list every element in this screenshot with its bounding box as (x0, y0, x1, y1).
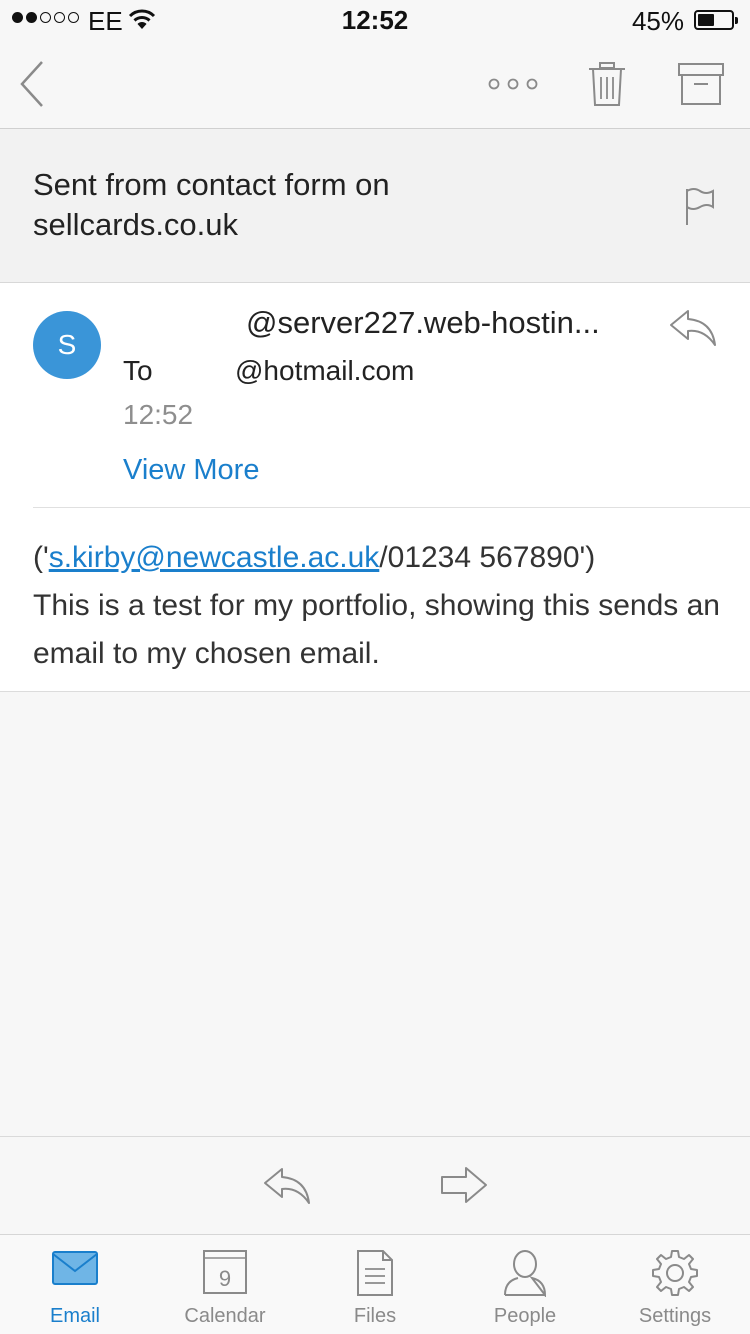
forward-icon[interactable] (440, 1165, 488, 1210)
email-link[interactable]: s.kirby@newcastle.ac.uk (49, 541, 380, 574)
message-time: 12:52 (123, 399, 194, 430)
divider (33, 507, 750, 508)
settings-icon (600, 1249, 750, 1299)
message-actions-bar (0, 1136, 750, 1235)
more-icon[interactable] (488, 40, 538, 128)
battery-icon (694, 10, 738, 30)
calendar-icon: 9 (150, 1249, 300, 1299)
view-more-link[interactable]: View More (123, 454, 259, 487)
sender-address[interactable]: @server227.web-hostin... (246, 305, 600, 341)
email-icon (0, 1249, 150, 1299)
files-icon (300, 1249, 450, 1299)
tab-calendar[interactable]: 9 Calendar (150, 1235, 300, 1334)
body-prefix: (' (33, 541, 49, 574)
recipient-line: To @hotmail.com (123, 355, 414, 387)
calendar-day: 9 (219, 1266, 231, 1291)
back-chevron-icon[interactable] (14, 40, 50, 128)
tab-settings[interactable]: Settings (600, 1235, 750, 1334)
to-label: To (123, 355, 153, 386)
tab-label: Calendar (184, 1305, 266, 1327)
body-after-link: /01234 567890') (379, 541, 596, 574)
tab-label: People (493, 1305, 557, 1327)
tab-label: Email (49, 1305, 100, 1327)
tab-label: Settings (638, 1305, 712, 1327)
tab-files[interactable]: Files (300, 1235, 450, 1334)
recipient-address[interactable]: @hotmail.com (235, 355, 414, 386)
battery-percent: 45% (631, 6, 684, 36)
tab-email[interactable]: Email (0, 1235, 150, 1334)
subject-header: Sent from contact form on sellcards.co.u… (0, 129, 750, 283)
tab-label: Files (353, 1305, 397, 1327)
email-subject: Sent from contact form on sellcards.co.u… (33, 167, 390, 242)
archive-icon[interactable] (676, 40, 726, 128)
status-bar: EE 12:52 45% (0, 0, 750, 40)
flag-icon[interactable] (684, 187, 716, 232)
people-icon (450, 1249, 600, 1299)
message-card: S @server227.web-hostin... To @hotmail.co… (0, 283, 750, 692)
trash-icon[interactable] (585, 40, 629, 128)
tab-bar: Email 9 Calendar Files People Settings (0, 1234, 750, 1334)
navigation-bar (0, 40, 750, 129)
reply-icon[interactable] (668, 307, 718, 352)
sender-avatar[interactable]: S (33, 311, 101, 379)
body-text: This is a test for my portfolio, showing… (33, 589, 720, 670)
tab-people[interactable]: People (450, 1235, 600, 1334)
email-detail-screen: EE 12:52 45% Sent from contact form on s… (0, 0, 750, 1334)
reply-icon[interactable] (262, 1165, 312, 1210)
message-body: ('s.kirby@newcastle.ac.uk/01234 567890')… (33, 534, 723, 678)
